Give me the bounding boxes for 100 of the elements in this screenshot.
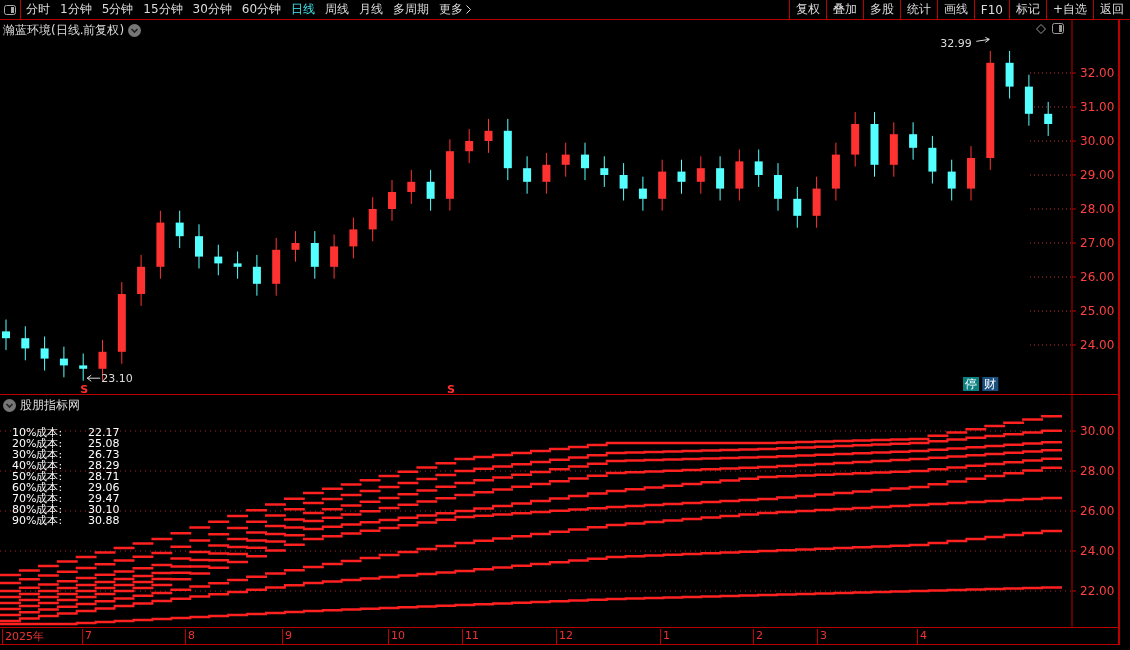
date-axis-label: 2 (753, 629, 763, 644)
period-tab[interactable]: 5分钟 (96, 0, 139, 19)
toolbar-button[interactable]: 复权 (788, 0, 826, 19)
candle (1024, 74, 1033, 127)
period-tab[interactable]: 周线 (320, 0, 355, 19)
indicator-axis-label: 22.00 (1080, 584, 1115, 598)
candle (851, 111, 860, 167)
period-tab[interactable]: 多周期 (388, 0, 435, 19)
candle (195, 223, 203, 269)
date-axis-label: 10 (388, 629, 405, 644)
candle (252, 254, 261, 297)
candle (1005, 50, 1014, 99)
legend-value: 28.29 (88, 460, 120, 471)
candle (619, 162, 628, 201)
candle (967, 145, 975, 201)
candle (658, 159, 667, 212)
period-tab[interactable]: 15分钟 (138, 0, 188, 19)
toolbar-button[interactable]: F10 (973, 0, 1009, 19)
price-axis-label: 31.00 (1080, 100, 1115, 114)
candle (889, 121, 898, 178)
period-tab[interactable]: 30分钟 (187, 0, 237, 19)
legend-label: 60%成本: (12, 482, 64, 493)
candle (542, 152, 551, 195)
legend-label: 70%成本: (12, 493, 64, 504)
candle (716, 155, 725, 201)
candle (831, 142, 840, 201)
date-axis-label: 7 (82, 629, 92, 644)
candle (79, 353, 88, 382)
candle (214, 244, 223, 276)
legend-label: 10%成本: (12, 427, 64, 438)
date-axis-label: 11 (462, 629, 479, 644)
legend-value: 22.17 (88, 427, 120, 438)
candle (735, 149, 744, 201)
layout-icon[interactable] (4, 4, 16, 15)
event-badge[interactable]: 停 (963, 377, 979, 391)
candle (503, 118, 512, 181)
low-price-label: 23.10 (86, 372, 133, 386)
candle (523, 155, 532, 195)
candle (1044, 101, 1053, 137)
candle (774, 162, 782, 212)
candle (484, 118, 493, 154)
legend-value: 28.71 (88, 471, 120, 482)
candle (40, 336, 49, 371)
candle (156, 210, 165, 280)
event-badge[interactable]: 财 (982, 377, 999, 391)
indicator-axis-label: 24.00 (1080, 544, 1115, 558)
indicator-title: 股朋指标网 (20, 397, 80, 414)
candle (947, 159, 956, 201)
candle (465, 128, 474, 164)
price-axis-label: 26.00 (1080, 270, 1115, 284)
date-axis-label: 4 (917, 629, 927, 644)
period-tab[interactable]: 更多 (434, 0, 477, 19)
toolbar-button[interactable]: 画线 (936, 0, 974, 19)
dropdown-icon[interactable] (3, 399, 16, 412)
candle (368, 196, 377, 242)
candle (349, 217, 358, 259)
legend-label: 90%成本: (12, 515, 64, 526)
legend-value: 29.06 (88, 482, 120, 493)
legend-label: 80%成本: (12, 504, 64, 515)
period-tab[interactable]: 1分钟 (55, 0, 97, 19)
toolbar-button[interactable]: 多股 (862, 0, 900, 19)
toolbar-button[interactable]: 叠加 (825, 0, 863, 19)
chevron-right-icon (466, 5, 472, 14)
price-axis-label: 30.00 (1080, 134, 1115, 148)
candle (407, 169, 416, 205)
candle (2, 319, 10, 351)
legend-value: 26.73 (88, 449, 120, 460)
period-tab[interactable]: 分时 (21, 0, 55, 19)
date-axis-label: 1 (660, 629, 670, 644)
candle (59, 346, 68, 378)
price-axis-label: 32.00 (1080, 66, 1115, 80)
toolbar-button[interactable]: +自选 (1045, 0, 1093, 19)
candle (310, 230, 319, 280)
dropdown-icon[interactable] (128, 24, 142, 37)
candle (909, 121, 918, 161)
candle (870, 111, 879, 178)
diamond-icon[interactable] (1036, 23, 1046, 34)
legend-value: 30.88 (88, 515, 120, 526)
panel-icon[interactable] (1052, 23, 1064, 34)
toolbar-button[interactable]: 标记 (1008, 0, 1046, 19)
period-tab[interactable]: 60分钟 (236, 0, 287, 19)
candle (175, 210, 184, 249)
price-axis-label: 25.00 (1080, 304, 1115, 318)
date-axis-label: 9 (282, 629, 292, 644)
date-axis-label: 3 (817, 629, 827, 644)
candle (561, 142, 570, 178)
toolbar-button[interactable]: 统计 (899, 0, 937, 19)
date-axis-label: 8 (185, 629, 195, 644)
candle (677, 159, 686, 195)
legend-label: 20%成本: (12, 438, 64, 449)
toolbar-button[interactable]: 返回 (1093, 0, 1130, 19)
high-price-label: 32.99 (940, 36, 990, 51)
price-axis-label: 24.00 (1080, 338, 1115, 352)
date-axis-label: 2025年 (2, 629, 44, 644)
period-tab[interactable]: 月线 (354, 0, 389, 19)
candle (600, 155, 609, 188)
legend-label: 40%成本: (12, 460, 64, 471)
period-tab[interactable]: 日线 (286, 0, 321, 19)
candle (272, 237, 281, 297)
candle (812, 176, 821, 229)
